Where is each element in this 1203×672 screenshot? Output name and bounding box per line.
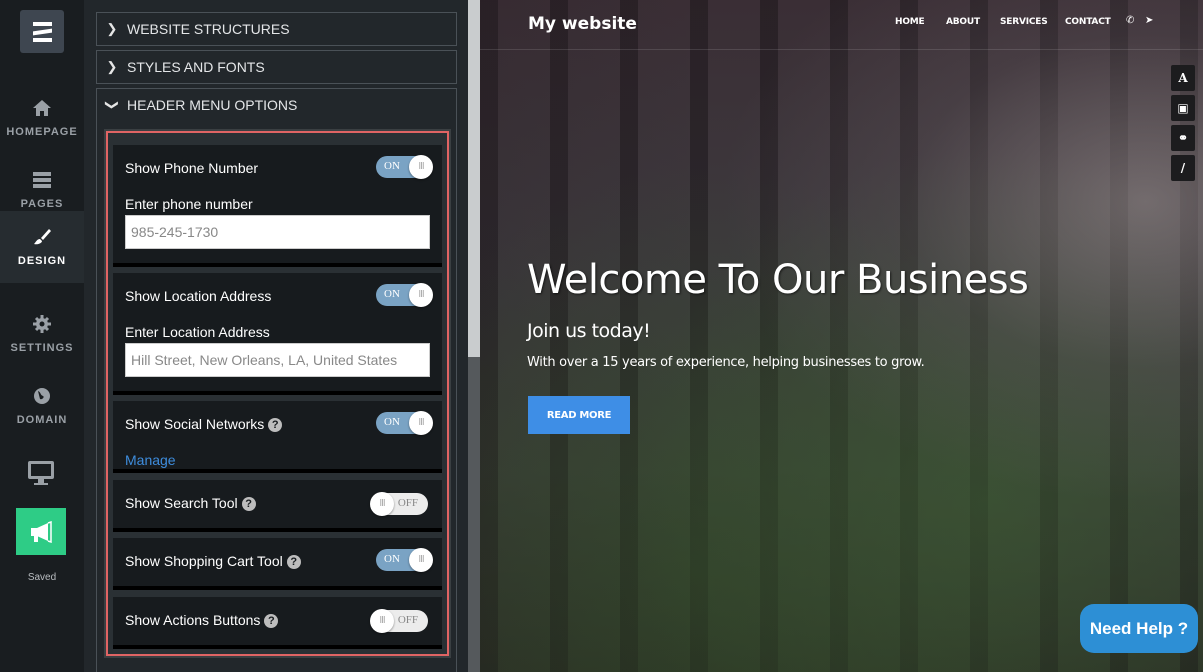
- actions-toggle[interactable]: III OFF: [370, 609, 428, 633]
- help-icon[interactable]: ?: [264, 614, 279, 628]
- home-icon: [33, 100, 51, 116]
- cart-toggle[interactable]: ON III: [376, 548, 433, 572]
- section-header-menu-options-toggle[interactable]: ❯ HEADER MENU OPTIONS: [97, 88, 458, 122]
- chevron-down-icon: ❯: [105, 99, 120, 111]
- nav-contact[interactable]: CONTACT: [1065, 17, 1111, 27]
- chevron-right-icon: ❯: [106, 21, 118, 36]
- option-title-text: Show Social Networks: [125, 416, 265, 432]
- section-website-structures[interactable]: ❯ WEBSITE STRUCTURES: [96, 12, 457, 46]
- site-header: My website HOME ABOUT SERVICES CONTACT ✆…: [480, 0, 1203, 50]
- link-icon[interactable]: ⚭: [1171, 125, 1195, 151]
- website-preview: My website HOME ABOUT SERVICES CONTACT ✆…: [480, 0, 1203, 672]
- header-options-group: Show Phone Number ON III Enter phone num…: [106, 131, 449, 656]
- publish-button[interactable]: [16, 508, 66, 555]
- option-title: Show Location Address: [125, 288, 272, 304]
- image-icon[interactable]: ▣: [1171, 95, 1195, 121]
- read-more-button[interactable]: READ MORE: [528, 396, 630, 434]
- help-icon[interactable]: ?: [268, 418, 283, 432]
- toggle-knob: III: [370, 492, 394, 516]
- sidebar-item-design[interactable]: DESIGN: [0, 211, 84, 283]
- site-logo[interactable]: My website: [528, 14, 637, 34]
- option-title-text: Show Actions Buttons: [125, 612, 261, 628]
- sidebar-item-label: DOMAIN: [16, 414, 68, 426]
- field-label: Enter Location Address: [125, 324, 270, 340]
- monitor-icon[interactable]: [27, 460, 55, 486]
- location-arrow-icon[interactable]: ➤: [1145, 15, 1153, 26]
- section-label: STYLES AND FONTS: [127, 59, 265, 75]
- need-help-button[interactable]: Need Help ?: [1080, 604, 1198, 653]
- phone-toggle[interactable]: ON III: [376, 155, 433, 179]
- hamburger-icon[interactable]: [20, 10, 64, 53]
- toggle-state: OFF: [397, 497, 418, 509]
- sidebar-item-settings[interactable]: SETTINGS: [0, 298, 84, 370]
- social-toggle[interactable]: ON III: [376, 411, 433, 435]
- option-title: Show Search Tool?: [125, 495, 256, 511]
- option-shopping-cart: Show Shopping Cart Tool? ON III: [113, 538, 442, 590]
- search-toggle[interactable]: III OFF: [370, 492, 428, 516]
- brush-icon: [34, 229, 51, 245]
- help-icon[interactable]: ?: [286, 555, 301, 569]
- globe-icon: [34, 388, 50, 404]
- phone-input[interactable]: [125, 215, 430, 249]
- gear-icon: [33, 315, 51, 333]
- sidebar-item-label: HOMEPAGE: [6, 126, 78, 138]
- toggle-state: ON: [384, 553, 400, 565]
- sidebar-item-homepage[interactable]: HOMEPAGE: [0, 82, 84, 154]
- hero-subtitle: Join us today!: [527, 320, 651, 342]
- toggle-state: ON: [384, 416, 400, 428]
- nav-home[interactable]: HOME: [895, 17, 925, 27]
- left-sidebar: HOMEPAGE PAGES DESIGN SETTINGS DOMAIN Sa…: [0, 0, 84, 672]
- design-panel: ❯ WEBSITE STRUCTURES ❯ STYLES AND FONTS …: [84, 0, 468, 672]
- option-title: Show Phone Number: [125, 160, 259, 176]
- font-icon[interactable]: A: [1171, 65, 1195, 91]
- toggle-knob: III: [370, 609, 394, 633]
- sidebar-item-label: SETTINGS: [10, 342, 74, 354]
- option-social-networks: Show Social Networks? ON III Manage: [113, 401, 442, 473]
- section-styles-and-fonts[interactable]: ❯ STYLES AND FONTS: [96, 50, 457, 84]
- option-title: Show Shopping Cart Tool?: [125, 553, 301, 569]
- toggle-knob: III: [409, 548, 433, 572]
- toggle-knob: III: [409, 155, 433, 179]
- phone-icon[interactable]: ✆: [1126, 15, 1134, 26]
- nav-about[interactable]: ABOUT: [946, 17, 980, 27]
- option-search-tool: Show Search Tool? III OFF: [113, 480, 442, 532]
- megaphone-icon: [31, 520, 52, 543]
- help-icon[interactable]: ?: [241, 497, 256, 511]
- section-label: WEBSITE STRUCTURES: [127, 21, 290, 37]
- toggle-knob: III: [409, 283, 433, 307]
- option-title-text: Show Search Tool: [125, 495, 238, 511]
- location-input[interactable]: [125, 343, 430, 377]
- brush-icon[interactable]: /: [1171, 155, 1195, 181]
- app-root: HOMEPAGE PAGES DESIGN SETTINGS DOMAIN Sa…: [0, 0, 1203, 672]
- save-status: Saved: [27, 572, 57, 583]
- option-location-address: Show Location Address ON III Enter Locat…: [113, 273, 442, 395]
- sidebar-item-label: PAGES: [20, 198, 64, 210]
- option-title-text: Show Shopping Cart Tool: [125, 553, 283, 569]
- edit-toolbar: A ▣ ⚭ /: [1171, 65, 1195, 181]
- option-title: Show Social Networks?: [125, 416, 283, 432]
- manage-link[interactable]: Manage: [125, 452, 176, 468]
- sidebar-item-domain[interactable]: DOMAIN: [0, 370, 84, 442]
- toggle-state: ON: [384, 288, 400, 300]
- toggle-state: OFF: [397, 614, 418, 626]
- hero-title: Welcome To Our Business: [527, 257, 1029, 303]
- pages-icon: [33, 172, 51, 188]
- option-title: Show Actions Buttons?: [125, 612, 279, 628]
- sidebar-item-label: DESIGN: [17, 255, 67, 267]
- chevron-right-icon: ❯: [106, 59, 118, 74]
- panel-scrollbar-thumb[interactable]: [468, 0, 480, 357]
- option-phone-number: Show Phone Number ON III Enter phone num…: [113, 145, 442, 267]
- hero-text: With over a 15 years of experience, help…: [527, 355, 925, 370]
- section-label: HEADER MENU OPTIONS: [127, 97, 298, 113]
- toggle-knob: III: [409, 411, 433, 435]
- field-label: Enter phone number: [125, 196, 253, 212]
- toggle-state: ON: [384, 160, 400, 172]
- option-actions-buttons: Show Actions Buttons? III OFF: [113, 597, 442, 649]
- location-toggle[interactable]: ON III: [376, 283, 433, 307]
- nav-services[interactable]: SERVICES: [1000, 17, 1048, 27]
